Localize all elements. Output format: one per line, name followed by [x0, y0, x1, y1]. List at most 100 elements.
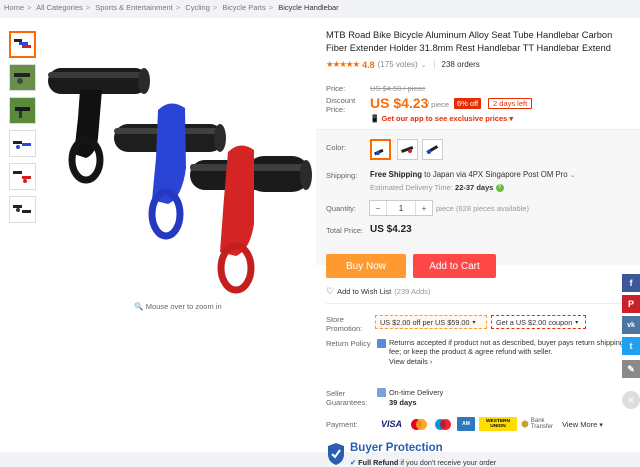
edit-icon[interactable]: ✎ [622, 360, 640, 378]
chevron-down-icon[interactable]: ⌄ [570, 172, 576, 179]
phone-icon: 📱 [370, 114, 380, 123]
add-to-wishlist[interactable]: ♡ Add to Wish List (239 Adds) [326, 286, 431, 297]
chevron-down-icon: ▾ [509, 114, 514, 123]
help-icon[interactable]: ? [495, 184, 504, 193]
rating-votes[interactable]: (175 votes) [378, 60, 418, 69]
full-refund-rest: if you don't receive your order [400, 458, 497, 467]
guarantee-days: 39 days [389, 398, 417, 407]
thumbnail-5[interactable] [9, 163, 36, 190]
thumbnail-6[interactable] [9, 196, 36, 223]
zoom-hint-text: Mouse over to zoom in [145, 302, 222, 311]
return-policy-icon [377, 339, 386, 348]
total-price-label: Total Price: [326, 226, 364, 235]
sku-panel [316, 129, 640, 265]
product-details: MTB Road Bike Bicycle Aluminum Alloy Sea… [316, 18, 640, 467]
check-icon: ✔ [350, 458, 357, 467]
view-more-text: View More [562, 420, 598, 429]
get-coupon-text: Get a US $2.00 coupon [496, 317, 573, 327]
buy-now-button[interactable]: Buy Now [326, 254, 406, 278]
twitter-share-icon[interactable]: t [622, 337, 640, 355]
main-product-image[interactable] [40, 28, 312, 298]
on-time-delivery-text: On-time Delivery [389, 388, 444, 397]
western-union-icon: WESTERN UNION [479, 417, 517, 431]
breadcrumb-cycling[interactable]: Cycling [185, 3, 210, 12]
product-gallery: 🔍 Mouse over to zoom in [0, 18, 316, 452]
color-swatch-blue[interactable] [422, 139, 443, 160]
quantity-stepper: − 1 + [369, 200, 433, 216]
thumbnail-3[interactable] [9, 97, 36, 124]
shipping-label: Shipping: [326, 171, 358, 180]
wishlist-count: (239 Adds) [394, 287, 431, 296]
current-price: US $4.23 [370, 95, 429, 111]
mastercard-icon [409, 417, 429, 431]
close-icon[interactable]: × [622, 391, 640, 409]
free-shipping-text: Free Shipping [370, 170, 422, 179]
thumbnail-list [9, 31, 37, 229]
breadcrumb-home[interactable]: Home [4, 3, 24, 12]
quantity-input[interactable]: 1 [386, 201, 416, 215]
estimated-delivery-label: Estimated Delivery Time: [370, 183, 453, 192]
discount-price-label: Discount Price: [326, 96, 356, 114]
discount-badge: 6% off [454, 98, 482, 109]
thumbnail-4[interactable] [9, 130, 36, 157]
shield-icon [328, 443, 344, 465]
full-refund-text: ✔ Full Refund if you don't receive your … [350, 458, 496, 467]
bank-icon: ⬢ [521, 418, 529, 429]
product-title: MTB Road Bike Bicycle Aluminum Alloy Sea… [326, 30, 613, 53]
quantity-increase-button[interactable]: + [416, 201, 432, 215]
breadcrumb-sports[interactable]: Sports & Entertainment [95, 3, 173, 12]
chevron-right-icon: › [429, 359, 433, 366]
chevron-down-icon[interactable]: ⌄ [421, 61, 427, 69]
seller-guarantees-label: Seller Guarantees: [326, 389, 368, 407]
price-unit: / piece [427, 100, 450, 109]
add-to-cart-button[interactable]: Add to Cart [413, 254, 496, 278]
payment-methods: VISA AM WESTERN UNION ⬢ Bank Transfer [378, 417, 557, 431]
view-details-link[interactable]: View details › [389, 357, 432, 366]
estimated-delivery: Estimated Delivery Time: 22-37 days ? [370, 183, 504, 193]
star-rating-icon: ★★★★★ [326, 59, 360, 69]
facebook-share-icon[interactable]: f [622, 274, 640, 292]
wishlist-label: Add to Wish List [337, 287, 392, 296]
breadcrumb-bicycle-parts[interactable]: Bicycle Parts [222, 3, 265, 12]
chevron-down-icon: ▾ [599, 422, 603, 429]
payment-label: Payment: [326, 420, 358, 429]
chevron-down-icon: ▾ [575, 319, 579, 326]
order-count: 238 orders [441, 60, 480, 69]
bank-transfer-text: Bank Transfer [530, 418, 553, 430]
bank-transfer-icon: ⬢ Bank Transfer [521, 417, 557, 431]
pinterest-share-icon[interactable]: P [622, 295, 640, 313]
divider [433, 60, 435, 69]
total-price: US $4.23 [370, 224, 412, 235]
buyer-protection-title: Buyer Protection [350, 442, 443, 454]
store-promotion-coupon[interactable]: US $2.00 off per US $59.00 ▾ [375, 315, 487, 329]
store-promotion-text: US $2.00 off per US $59.00 [380, 317, 470, 327]
color-swatch-red[interactable] [397, 139, 418, 160]
app-promo-link[interactable]: 📱 Get our app to see exclusive prices ▾ [370, 114, 513, 123]
return-policy-label: Return Policy [326, 339, 371, 348]
breadcrumb-all-categories[interactable]: All Categories [36, 3, 83, 12]
view-more-payment[interactable]: View More ▾ [562, 420, 603, 429]
rating-row: ★★★★★ 4.8 (175 votes) ⌄ 238 orders [326, 59, 480, 70]
get-coupon-button[interactable]: Get a US $2.00 coupon ▾ [491, 315, 586, 329]
quantity-decrease-button[interactable]: − [370, 201, 386, 215]
divider [326, 303, 634, 304]
thumbnail-2[interactable] [9, 64, 36, 91]
breadcrumb: Home > All Categories > Sports & Entertain… [4, 3, 339, 12]
quantity-label: Quantity: [326, 204, 357, 213]
shipping-method[interactable]: Free Shipping to Japan via 4PX Singapore… [370, 170, 576, 179]
color-swatch-blue-red[interactable] [370, 139, 391, 160]
store-promotion-label: Store Promotion: [326, 315, 363, 333]
days-left-badge: 2 days left [488, 98, 533, 109]
full-refund-strong: Full Refund [358, 458, 399, 467]
app-promo-text: Get our app to see exclusive prices [381, 114, 508, 123]
rating-score: 4.8 [362, 59, 375, 70]
amex-icon: AM [457, 417, 475, 431]
shipping-destination: to Japan via 4PX Singapore Post OM Pro [424, 170, 568, 179]
thumbnail-1[interactable] [9, 31, 36, 58]
on-time-delivery-icon [377, 388, 386, 397]
vk-share-icon[interactable]: vk [622, 316, 640, 334]
original-price: US $4.50 / piece [370, 84, 426, 93]
zoom-hint: 🔍 Mouse over to zoom in [134, 302, 222, 311]
color-label: Color: [326, 143, 347, 152]
price-label: Price: [326, 84, 346, 93]
